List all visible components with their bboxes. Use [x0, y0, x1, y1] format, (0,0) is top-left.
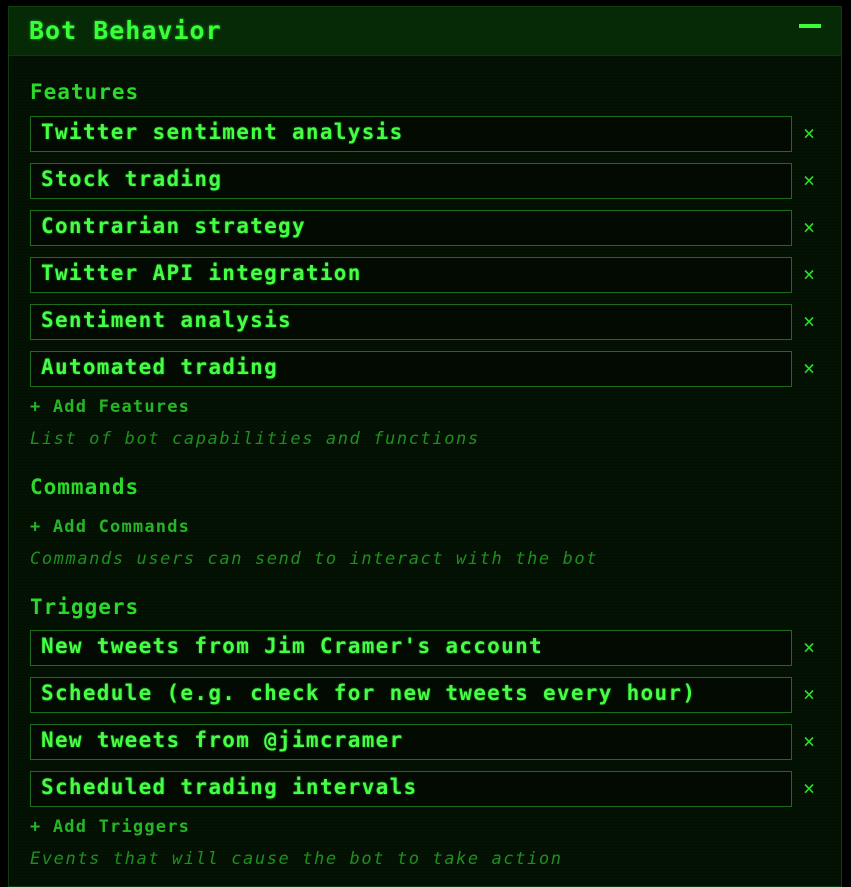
trigger-input[interactable]: New tweets from @jimcramer [30, 724, 792, 760]
triggers-hint: Events that will cause the bot to take a… [30, 849, 563, 869]
features-hint: List of bot capabilities and functions [30, 429, 480, 449]
trigger-item: New tweets from @jimcramer × [30, 724, 820, 762]
close-icon[interactable]: × [803, 309, 815, 333]
trigger-input[interactable]: New tweets from Jim Cramer's account [30, 630, 792, 666]
commands-label: Commands [30, 475, 140, 499]
close-icon[interactable]: × [803, 215, 815, 239]
feature-item: Twitter sentiment analysis × [30, 116, 820, 154]
feature-item: Automated trading × [30, 351, 820, 389]
trigger-input[interactable]: Scheduled trading intervals [30, 771, 792, 807]
close-icon[interactable]: × [803, 682, 815, 706]
feature-input[interactable]: Twitter sentiment analysis [30, 116, 792, 152]
add-features-button[interactable]: + Add Features [30, 397, 190, 417]
panel-title: Bot Behavior [29, 16, 222, 45]
feature-input[interactable]: Contrarian strategy [30, 210, 792, 246]
close-icon[interactable]: × [803, 262, 815, 286]
close-icon[interactable]: × [803, 635, 815, 659]
feature-input[interactable]: Stock trading [30, 163, 792, 199]
add-commands-button[interactable]: + Add Commands [30, 517, 190, 537]
triggers-label: Triggers [30, 595, 140, 619]
feature-item: Twitter API integration × [30, 257, 820, 295]
trigger-input[interactable]: Schedule (e.g. check for new tweets ever… [30, 677, 792, 713]
feature-input[interactable]: Twitter API integration [30, 257, 792, 293]
panel-header[interactable]: Bot Behavior [9, 7, 841, 56]
trigger-item: New tweets from Jim Cramer's account × [30, 630, 820, 668]
features-label: Features [30, 80, 140, 104]
feature-input[interactable]: Sentiment analysis [30, 304, 792, 340]
feature-item: Contrarian strategy × [30, 210, 820, 248]
bot-behavior-panel: Bot Behavior Features Twitter sentiment … [8, 6, 842, 887]
close-icon[interactable]: × [803, 168, 815, 192]
close-icon[interactable]: × [803, 356, 815, 380]
close-icon[interactable]: × [803, 729, 815, 753]
close-icon[interactable]: × [803, 776, 815, 800]
minus-icon[interactable] [799, 24, 821, 28]
trigger-item: Schedule (e.g. check for new tweets ever… [30, 677, 820, 715]
trigger-item: Scheduled trading intervals × [30, 771, 820, 809]
feature-item: Sentiment analysis × [30, 304, 820, 342]
feature-item: Stock trading × [30, 163, 820, 201]
add-triggers-button[interactable]: + Add Triggers [30, 817, 190, 837]
feature-input[interactable]: Automated trading [30, 351, 792, 387]
commands-hint: Commands users can send to interact with… [30, 549, 599, 569]
close-icon[interactable]: × [803, 121, 815, 145]
